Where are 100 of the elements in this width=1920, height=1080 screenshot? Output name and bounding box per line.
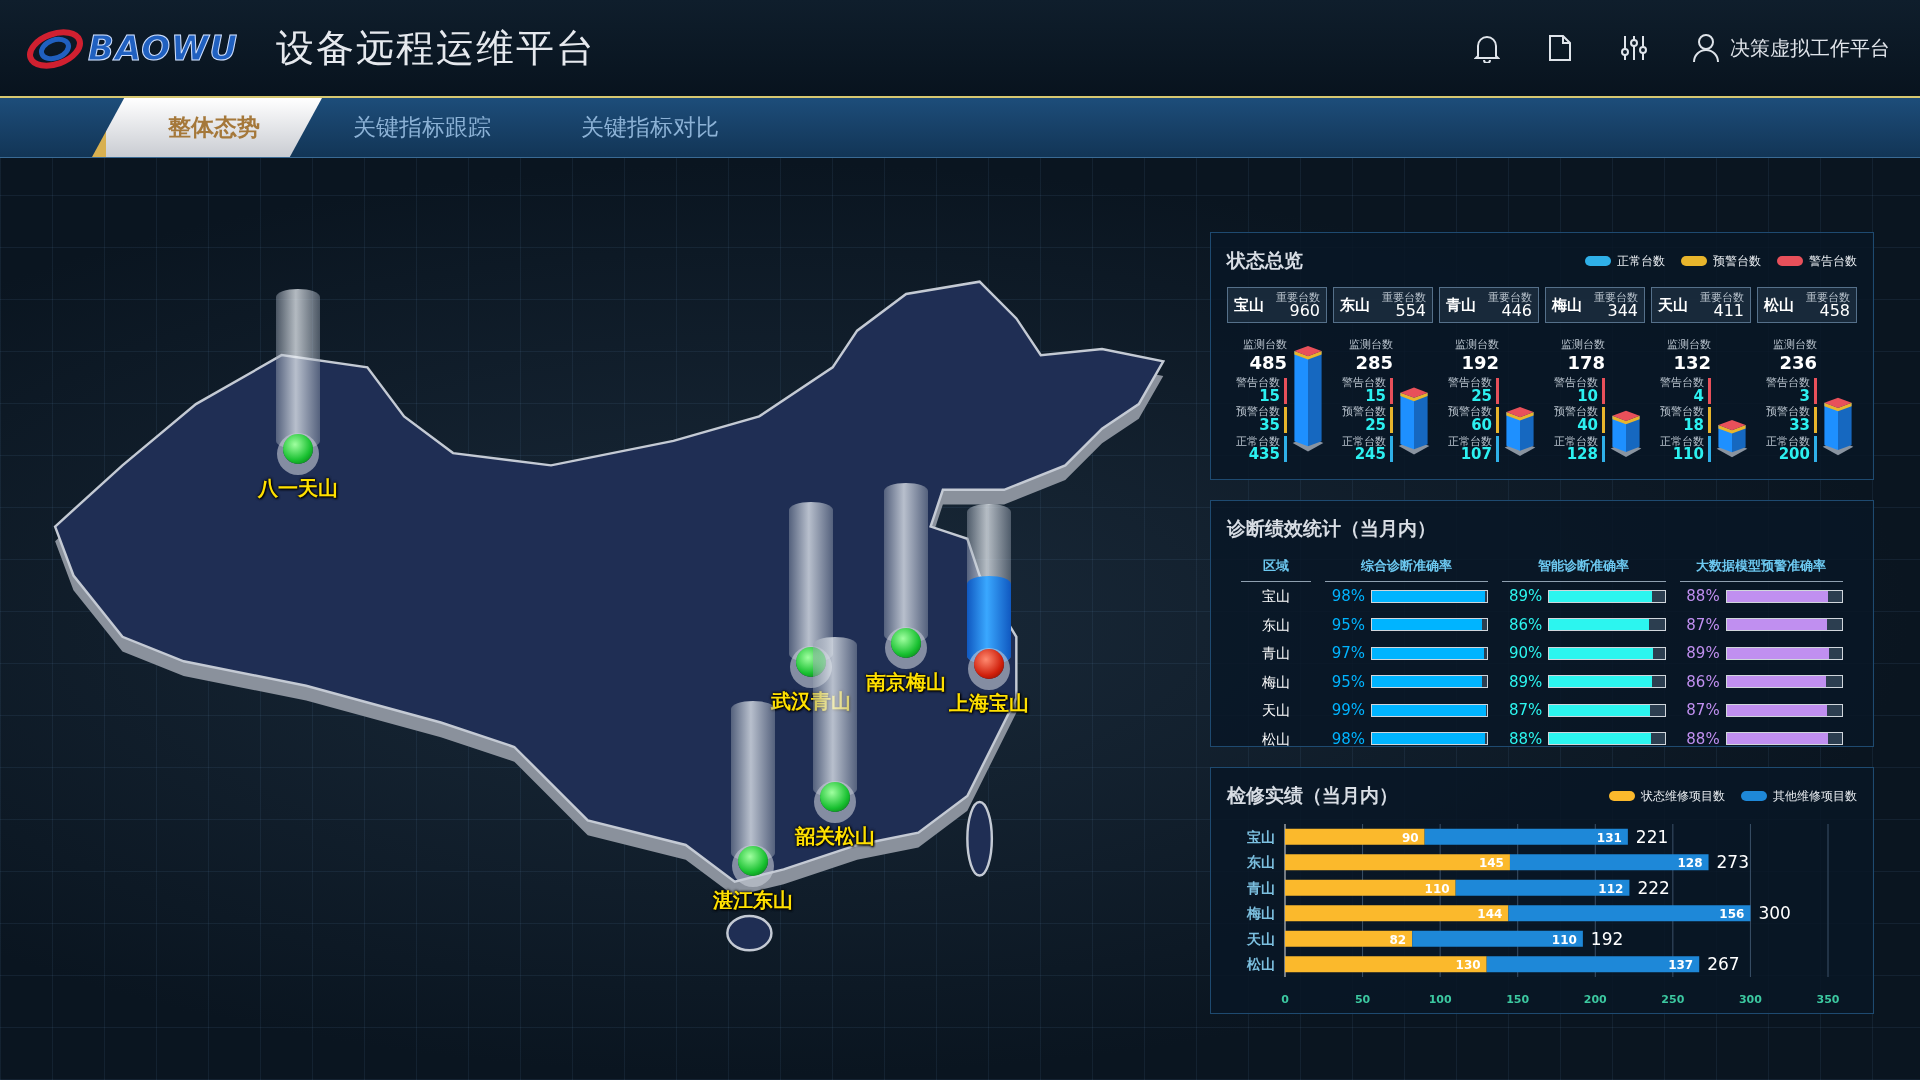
- metric-label: 重要台数: [1806, 291, 1850, 303]
- percent-value: 88%: [1508, 729, 1543, 748]
- metric-value: 35: [1259, 417, 1280, 434]
- metric-label: 警告台数: [1554, 377, 1598, 389]
- bar-value-label: 145: [1478, 856, 1504, 871]
- total-value-label: 192: [1590, 928, 1624, 949]
- site-name: 梅山: [1552, 295, 1582, 315]
- bar-value-label: 82: [1389, 932, 1407, 947]
- bar-value-label: 90: [1401, 830, 1419, 845]
- user-icon[interactable]: [1692, 33, 1720, 63]
- metric-value: 110: [1672, 447, 1704, 463]
- category-label: 青山: [1247, 879, 1275, 896]
- axis-tick-label: 350: [1816, 993, 1840, 1006]
- metric-label: 预警台数: [1236, 406, 1280, 418]
- category-label: 松山: [1247, 956, 1275, 973]
- metric-label: 警告台数: [1766, 377, 1810, 389]
- bar-value-label: 130: [1455, 958, 1481, 973]
- metric-value: 411: [1713, 302, 1744, 319]
- percent-value: 88%: [1685, 729, 1720, 748]
- metric-value: 178: [1567, 352, 1605, 374]
- bar-value-label: 110: [1551, 932, 1577, 947]
- category-label: 东山: [1247, 854, 1275, 871]
- metric-value: 960: [1289, 302, 1320, 319]
- total-value-label: 221: [1635, 826, 1669, 847]
- metric-label: 监测台数: [1773, 337, 1817, 353]
- metric-label: 警告台数: [1236, 377, 1280, 389]
- percent-value: 87%: [1685, 615, 1720, 634]
- metric-label: 重要台数: [1700, 291, 1744, 303]
- axis-tick-label: 300: [1738, 993, 1762, 1006]
- metric-value: 236: [1779, 352, 1817, 374]
- percent-value: 86%: [1685, 672, 1720, 691]
- nav-tab[interactable]: 关键指标对比: [550, 98, 750, 157]
- metric-value: 15: [1365, 388, 1386, 405]
- bar-value-label: 110: [1424, 881, 1450, 896]
- metric-label: 预警台数: [1448, 406, 1492, 418]
- metric-value: 458: [1819, 302, 1850, 319]
- metric-value: 200: [1778, 447, 1810, 463]
- percent-value: 95%: [1330, 672, 1365, 691]
- metric-label: 监测台数: [1667, 337, 1711, 353]
- percent-value: 87%: [1508, 701, 1543, 720]
- metric-value: 554: [1395, 302, 1426, 319]
- site-name: 宝山: [1234, 295, 1264, 315]
- axis-tick-label: 100: [1428, 993, 1452, 1006]
- metric-value: 435: [1248, 447, 1280, 463]
- metric-value: 10: [1577, 388, 1598, 405]
- metric-label: 重要台数: [1276, 291, 1320, 303]
- region-cell-text: 东山: [1261, 615, 1291, 635]
- legend-label: 警告台数: [1809, 252, 1857, 270]
- category-label: 宝山: [1247, 828, 1275, 845]
- bar-value-label: 112: [1598, 881, 1624, 896]
- site-name: 东山: [1340, 295, 1370, 315]
- site-label: 韶关松山: [793, 823, 876, 850]
- region-cell-text: 宝山: [1261, 587, 1291, 606]
- column-header: 综合诊断准确率: [1325, 551, 1489, 582]
- metric-label: 监测台数: [1455, 337, 1499, 353]
- metric-value: 446: [1501, 302, 1532, 319]
- column-header: 大数据模型预警准确率: [1679, 551, 1843, 582]
- site-label: 南京梅山: [865, 669, 947, 696]
- document-icon[interactable]: [1548, 34, 1572, 62]
- column-header: 智能诊断准确率: [1502, 551, 1666, 582]
- metric-value: 3: [1799, 388, 1810, 405]
- app-title: 设备远程运维平台: [276, 24, 597, 72]
- axis-tick-label: 150: [1506, 993, 1530, 1006]
- metric-label: 预警台数: [1554, 406, 1598, 418]
- nav-tab[interactable]: 整体态势: [92, 98, 322, 157]
- nav-tab[interactable]: 关键指标跟踪: [322, 98, 522, 157]
- metric-value: 25: [1365, 417, 1386, 434]
- metric-value: 285: [1355, 352, 1393, 374]
- metric-value: 128: [1566, 447, 1598, 463]
- metric-value: 25: [1471, 388, 1492, 405]
- legend-label: 状态维修项目数: [1641, 787, 1725, 805]
- metric-label: 正常台数: [1766, 435, 1810, 448]
- metric-label: 警告台数: [1448, 377, 1492, 389]
- percent-value: 97%: [1330, 644, 1365, 663]
- bell-icon[interactable]: [1474, 33, 1500, 63]
- metric-label: 警告台数: [1342, 377, 1386, 389]
- total-value-label: 267: [1707, 954, 1740, 975]
- bar-value-label: 128: [1677, 856, 1703, 871]
- total-value-label: 300: [1758, 903, 1791, 924]
- sliders-icon[interactable]: [1620, 34, 1648, 62]
- bar-value-label: 131: [1596, 830, 1622, 845]
- percent-value: 89%: [1508, 587, 1543, 606]
- metric-value: 344: [1607, 302, 1638, 319]
- metric-label: 预警台数: [1766, 406, 1810, 418]
- axis-tick-label: 250: [1661, 993, 1685, 1006]
- metric-value: 245: [1354, 447, 1386, 463]
- metric-label: 正常台数: [1342, 435, 1386, 448]
- site-name: 青山: [1446, 295, 1476, 315]
- legend-label: 预警台数: [1713, 252, 1761, 270]
- legend-label: 其他维修项目数: [1773, 787, 1857, 805]
- metric-label: 正常台数: [1236, 435, 1280, 448]
- metric-value: 18: [1683, 417, 1704, 434]
- bar-value-label: 144: [1477, 907, 1503, 922]
- metric-label: 监测台数: [1561, 337, 1605, 353]
- metric-value: 33: [1789, 417, 1810, 434]
- logo-text: BAOWU: [88, 28, 239, 68]
- bar-value-label: 156: [1719, 907, 1745, 922]
- metric-label: 重要台数: [1382, 291, 1426, 303]
- user-name[interactable]: 决策虚拟工作平台: [1730, 34, 1890, 62]
- site-name: 松山: [1764, 295, 1794, 315]
